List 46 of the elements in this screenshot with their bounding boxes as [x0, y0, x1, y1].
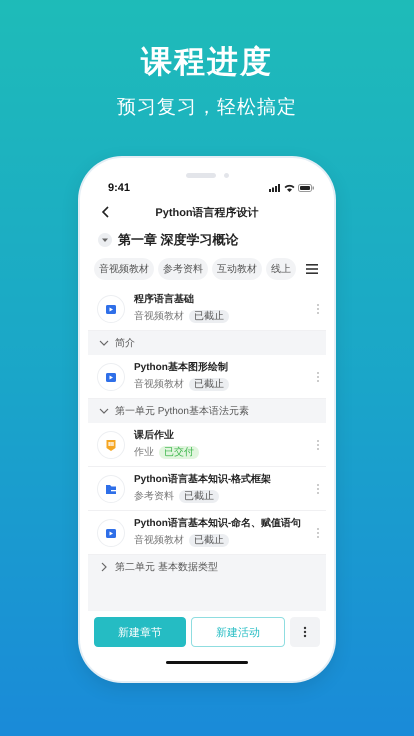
status-tag: 已截止	[189, 534, 229, 546]
lesson-type: 作业	[134, 446, 154, 459]
battery-icon	[298, 184, 314, 192]
filter-chip[interactable]: 音视频教材	[94, 258, 154, 280]
lesson-title: Python基本图形绘制	[134, 362, 229, 374]
caret-icon[interactable]	[98, 233, 112, 247]
lesson-type: 音视频教材	[134, 310, 184, 323]
more-icon[interactable]	[316, 482, 320, 494]
menu-icon[interactable]	[306, 264, 318, 274]
section-title: 第一单元 Python基本语法元素	[115, 404, 249, 418]
more-icon[interactable]	[316, 370, 320, 382]
lesson-type: 音视频教材	[134, 378, 184, 391]
wifi-icon	[284, 184, 295, 192]
status-tag: 已截止	[179, 490, 219, 502]
lesson-title: Python语言基本知识-格式框架	[134, 474, 272, 486]
page-title: Python语言程序设计	[154, 206, 260, 220]
status-time: 9:41	[108, 182, 130, 194]
more-button[interactable]	[290, 617, 320, 647]
lesson-row[interactable]: Python语言基本知识-命名、赋值语句 音视频教材 已截止	[88, 511, 326, 555]
status-tag: 已截止	[189, 378, 229, 390]
lesson-title: 程序语言基础	[134, 294, 195, 306]
status-tag: 已交付	[159, 446, 199, 458]
more-icon[interactable]	[316, 438, 320, 450]
filter-chip[interactable]: 线上	[266, 258, 296, 280]
subheadline: 预习复习，轻松搞定	[117, 96, 297, 120]
lesson-type: 参考资料	[134, 490, 174, 503]
lesson-row[interactable]: 课后作业 作业 已交付	[88, 423, 326, 467]
section-title: 简介	[115, 337, 135, 350]
signal-icon	[269, 184, 281, 192]
lesson-row[interactable]: 程序语言基础 音视频教材 已截止	[88, 287, 326, 331]
lesson-title: Python语言基本知识-命名、赋值语句	[134, 518, 302, 530]
speaker-drawing	[186, 172, 216, 178]
lesson-title: 课后作业	[134, 430, 175, 442]
filter-chip[interactable]: 参考资料	[158, 258, 208, 280]
chapter-title[interactable]: 第一章 深度学习概论	[118, 231, 239, 249]
lesson-row[interactable]: Python语言基本知识-格式框架 参考资料 已截止	[88, 467, 326, 511]
lesson-row[interactable]: Python基本图形绘制 音视频教材 已截止	[88, 355, 326, 399]
more-icon[interactable]	[316, 526, 320, 538]
camera-drawing	[224, 172, 228, 178]
filter-chip[interactable]: 互动教材	[212, 258, 262, 280]
more-icon	[303, 626, 307, 638]
more-icon[interactable]	[316, 302, 320, 314]
section-title: 第二单元 基本数据类型	[115, 560, 218, 574]
status-tag: 已截止	[189, 310, 229, 322]
lesson-type: 音视频教材	[134, 534, 184, 547]
headline: 课程进度	[141, 44, 273, 80]
